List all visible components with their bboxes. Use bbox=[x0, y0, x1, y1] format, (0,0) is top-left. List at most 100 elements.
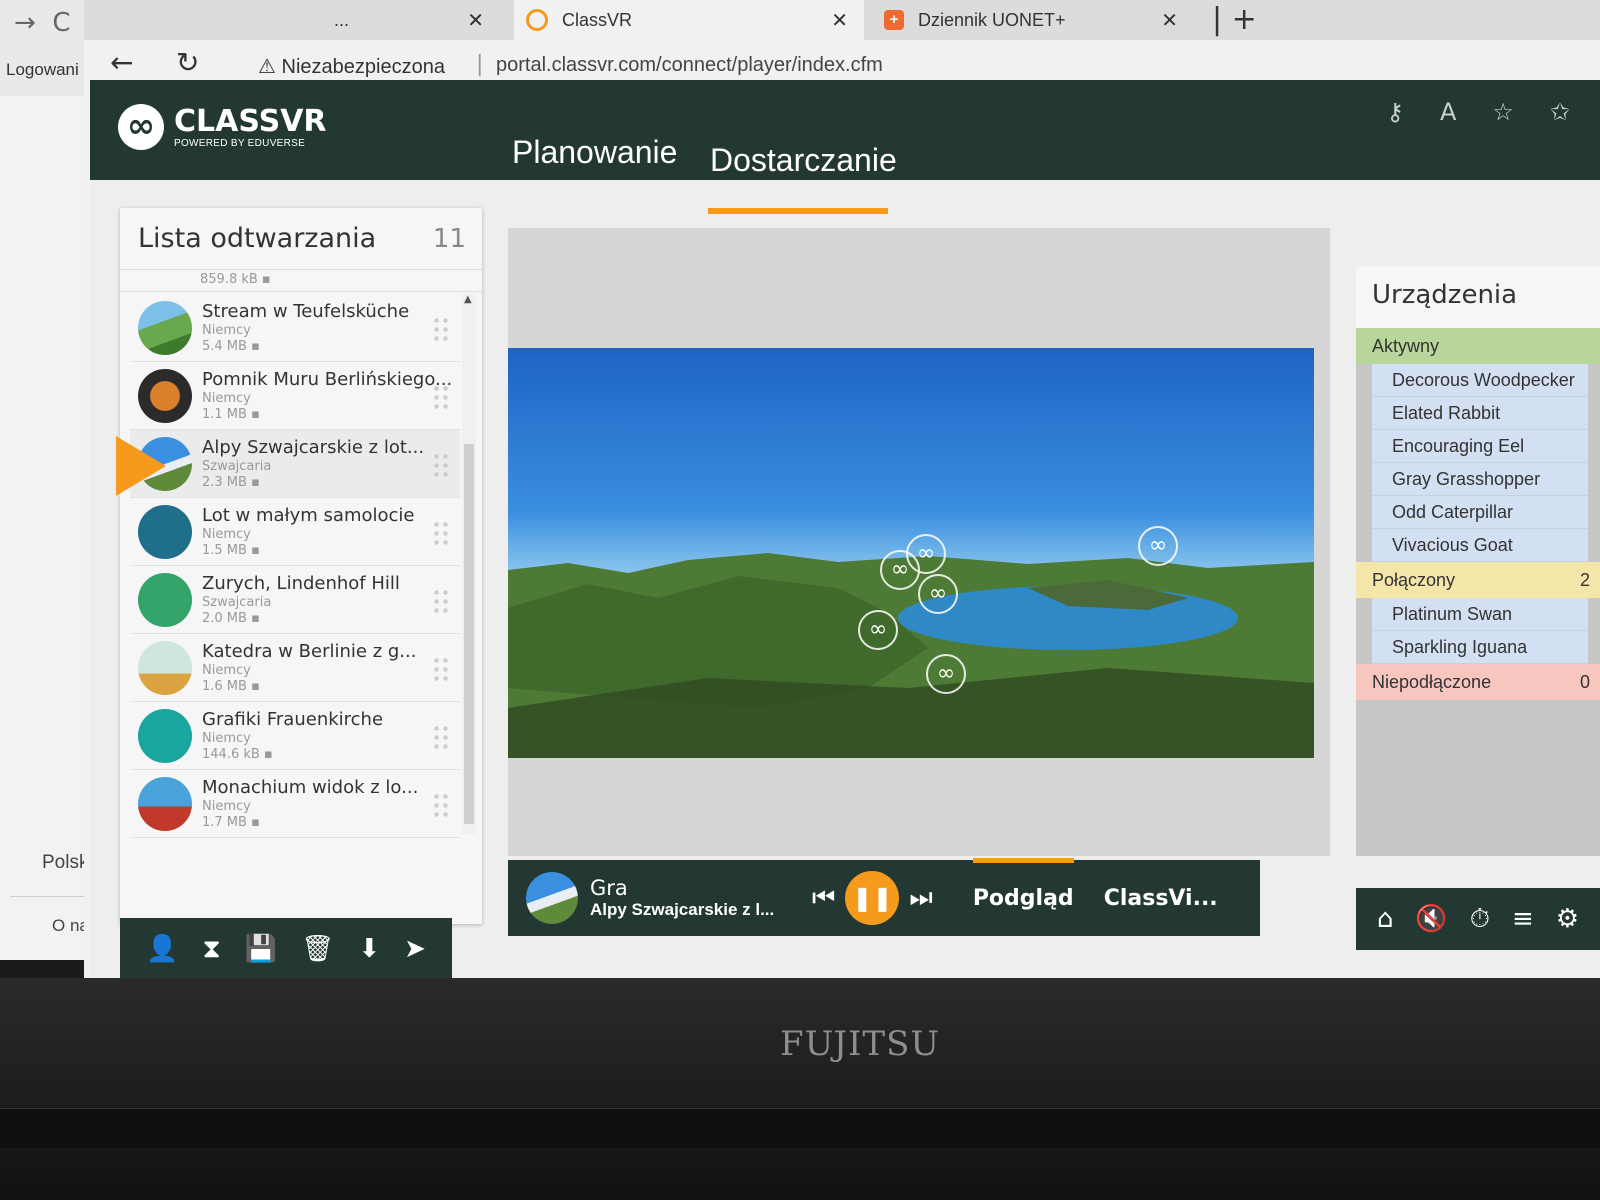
tab-uonet[interactable]: + Dziennik UONET+ ✕ bbox=[864, 0, 1194, 40]
device-row[interactable]: Elated Rabbit bbox=[1372, 397, 1588, 430]
device-row[interactable]: Odd Caterpillar bbox=[1372, 496, 1588, 529]
read-aloud-icon[interactable]: A bbox=[1440, 98, 1456, 126]
drag-handle-icon[interactable] bbox=[432, 724, 450, 750]
outer-sidebar-label[interactable]: Logowani bbox=[6, 60, 79, 80]
device-group-label: Aktywny bbox=[1372, 336, 1440, 356]
vr-device-marker[interactable]: ∞ bbox=[906, 534, 946, 574]
favorites-icon[interactable]: ✩ bbox=[1550, 98, 1570, 126]
drag-handle-icon[interactable] bbox=[432, 792, 450, 818]
add-favorite-icon[interactable]: ☆ bbox=[1492, 98, 1514, 126]
nav-planowanie[interactable]: Planowanie bbox=[512, 134, 677, 171]
back-arrow-icon[interactable]: ← bbox=[110, 46, 133, 79]
playlist-item[interactable]: Zurych, Lindenhof Hill Szwajcaria 2.0 MB ▪ bbox=[130, 566, 460, 634]
playlist-item[interactable]: Alpy Szwajcarskie z lot... Szwajcaria 2.3 … bbox=[116, 430, 460, 498]
vr-device-marker[interactable]: ∞ bbox=[858, 610, 898, 650]
playlist-item[interactable]: Pomnik Muru Berlińskiego... Niemcy 1.1 MB … bbox=[130, 362, 460, 430]
playlist-item-size: 1.6 MB bbox=[202, 679, 247, 694]
playlist-item-size: 144.6 kB bbox=[202, 747, 260, 762]
playlist-item[interactable]: Monachium widok z lo... Niemcy 1.7 MB ▪ bbox=[130, 770, 460, 838]
playlist-item-name: Zurych, Lindenhof Hill bbox=[202, 573, 400, 594]
playlist-item[interactable]: Katedra w Berlinie z g... Niemcy 1.6 MB ▪ bbox=[130, 634, 460, 702]
image-type-icon: ▪ bbox=[251, 679, 260, 694]
device-group-connected[interactable]: Połączony 2 bbox=[1356, 562, 1600, 598]
drag-handle-icon[interactable] bbox=[432, 384, 450, 410]
playlist-item-country: Niemcy bbox=[202, 799, 251, 814]
vr-preview-area: ∞ ∞ ∞ ∞ ∞ ∞ bbox=[508, 228, 1330, 856]
devices-title: Urządzenia bbox=[1356, 266, 1600, 328]
partial-list-item[interactable]: 859.8 kB ▪ bbox=[120, 270, 482, 292]
playlist-item-name: Katedra w Berlinie z g... bbox=[202, 641, 417, 662]
active-nav-indicator bbox=[708, 208, 888, 214]
timer-icon[interactable]: ⏱ bbox=[1470, 904, 1490, 935]
drag-handle-icon[interactable] bbox=[432, 316, 450, 342]
devices-toolbar: ⌂ 🔇 ⏱ ≡ ⚙ bbox=[1356, 888, 1600, 950]
playlist-item-country: Niemcy bbox=[202, 391, 251, 406]
outer-nav-arrows[interactable]: → C bbox=[14, 8, 70, 38]
tab-previous[interactable]: ... ✕ bbox=[324, 0, 484, 40]
send-icon[interactable]: ➤ bbox=[404, 934, 426, 964]
playlist-scrollbar[interactable]: ▲ bbox=[462, 294, 476, 834]
hourglass-icon[interactable]: ⧗ bbox=[202, 934, 220, 965]
gear-icon[interactable]: ⚙ bbox=[1556, 904, 1579, 934]
classvr-logo[interactable]: ∞ CLASSVR POWERED BY EDUVERSE bbox=[118, 104, 327, 150]
mute-icon[interactable]: 🔇 bbox=[1415, 904, 1447, 934]
vr-device-marker[interactable]: ∞ bbox=[918, 574, 958, 614]
playlist-item[interactable]: Stream w Teufelsküche Niemcy 5.4 MB ▪ bbox=[130, 294, 460, 362]
download-icon[interactable]: ⬇ bbox=[358, 934, 380, 964]
scrollbar-thumb[interactable] bbox=[464, 444, 474, 824]
url-field[interactable]: portal.classvr.com/connect/player/index.… bbox=[496, 54, 883, 77]
device-row[interactable]: Sparkling Iguana bbox=[1372, 631, 1588, 664]
pause-button[interactable]: ❚❚ bbox=[845, 871, 900, 925]
vr-device-marker[interactable]: ∞ bbox=[926, 654, 966, 694]
reload-icon[interactable]: ↻ bbox=[176, 46, 199, 79]
device-row[interactable]: Encouraging Eel bbox=[1372, 430, 1588, 463]
device-row[interactable]: Vivacious Goat bbox=[1372, 529, 1588, 562]
playlist-item-size: 2.0 MB bbox=[202, 611, 247, 626]
laptop-brand-logo: FUJITSU bbox=[780, 1024, 941, 1064]
close-tab-icon[interactable]: ✕ bbox=[831, 8, 848, 33]
device-group-label: Połączony bbox=[1372, 570, 1456, 590]
panorama-preview[interactable]: ∞ ∞ ∞ ∞ ∞ ∞ bbox=[508, 348, 1314, 758]
home-icon[interactable]: ⌂ bbox=[1377, 904, 1394, 934]
new-tab-icon[interactable]: | + bbox=[1212, 2, 1257, 37]
tab-classvi[interactable]: ClassVi... bbox=[1104, 886, 1218, 911]
device-row[interactable]: Platinum Swan bbox=[1372, 598, 1588, 631]
playlist-toolbar: 👤 ⧗ 💾 🗑 ⬇ ➤ bbox=[120, 918, 452, 980]
tab-title: ... bbox=[334, 9, 350, 30]
playlist-item[interactable]: Grafiki Frauenkirche Niemcy 144.6 kB ▪ bbox=[130, 702, 460, 770]
drag-handle-icon[interactable] bbox=[432, 452, 450, 478]
save-icon[interactable]: 💾 bbox=[245, 934, 277, 964]
trash-icon[interactable]: 🗑 bbox=[301, 934, 334, 964]
device-row[interactable]: Gray Grasshopper bbox=[1372, 463, 1588, 496]
close-tab-icon[interactable]: ✕ bbox=[467, 8, 484, 33]
filter-icon[interactable]: ≡ bbox=[1512, 904, 1534, 934]
nav-dostarczanie[interactable]: Dostarczanie bbox=[710, 142, 897, 179]
device-row[interactable]: Decorous Woodpecker bbox=[1372, 364, 1588, 397]
tab-podglad[interactable]: Podgląd bbox=[972, 857, 1074, 911]
playlist-items: Stream w Teufelsküche Niemcy 5.4 MB ▪ Pomni… bbox=[116, 294, 460, 838]
drag-handle-icon[interactable] bbox=[432, 588, 450, 614]
scroll-up-icon[interactable]: ▲ bbox=[464, 294, 472, 305]
security-warning[interactable]: ⚠ Niezabezpieczona bbox=[258, 54, 445, 79]
playlist-item-thumbnail bbox=[138, 572, 192, 627]
key-icon[interactable]: ⚷ bbox=[1386, 98, 1404, 126]
playlist-item[interactable]: Lot w małym samolocie Niemcy 1.5 MB ▪ bbox=[130, 498, 460, 566]
drag-handle-icon[interactable] bbox=[432, 656, 450, 682]
tab-classvr[interactable]: ClassVR ✕ bbox=[514, 0, 864, 40]
playlist-item-name: Lot w małym samolocie bbox=[202, 505, 415, 526]
device-groups: Aktywny Decorous Woodpecker Elated Rabbit E… bbox=[1356, 328, 1600, 700]
device-group-active[interactable]: Aktywny bbox=[1356, 328, 1600, 364]
device-group-disconnected[interactable]: Niepodłączone 0 bbox=[1356, 664, 1600, 700]
user-icon[interactable]: 👤 bbox=[146, 934, 178, 964]
drag-handle-icon[interactable] bbox=[432, 520, 450, 546]
vr-device-marker[interactable]: ∞ bbox=[1138, 526, 1178, 566]
image-type-icon: ▪ bbox=[251, 611, 260, 626]
close-tab-icon[interactable]: ✕ bbox=[1161, 8, 1178, 33]
previous-track-icon[interactable]: ⏮ bbox=[812, 883, 835, 914]
image-type-icon: ▪ bbox=[263, 747, 273, 762]
now-playing-arrow-icon bbox=[116, 436, 166, 496]
next-track-icon[interactable]: ⏭ bbox=[909, 883, 932, 914]
devices-panel: Urządzenia Aktywny Decorous Woodpecker Ela… bbox=[1356, 266, 1600, 856]
browser-window: ... ✕ ClassVR ✕ + Dziennik UONET+ ✕ | + … bbox=[84, 0, 1600, 990]
device-group-count: 2 bbox=[1579, 570, 1590, 590]
